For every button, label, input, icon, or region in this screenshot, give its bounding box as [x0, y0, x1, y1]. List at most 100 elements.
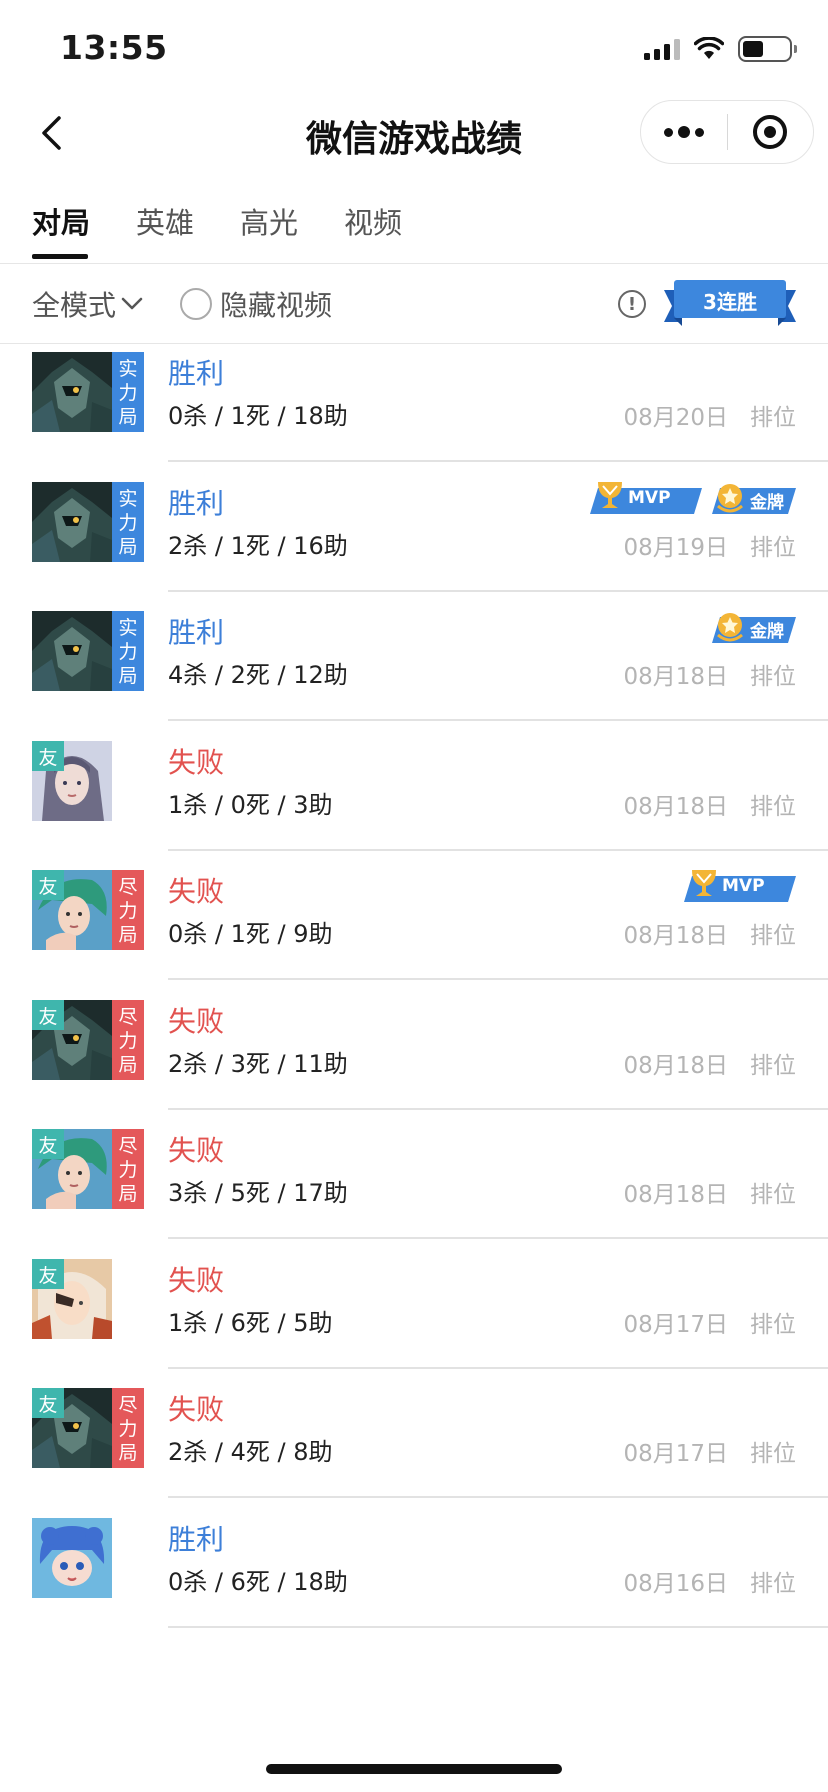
- match-date: 08月17日: [623, 1441, 728, 1467]
- medal-label: MVP: [722, 876, 765, 896]
- match-row[interactable]: 友 尽力局 失败 0杀 / 1死 / 9助 08月18日 排位 MVP: [0, 850, 828, 980]
- hero-avatar: 友: [32, 741, 144, 821]
- hero-avatar: 实力局: [32, 482, 144, 562]
- match-result: 失败: [168, 746, 225, 779]
- more-button[interactable]: [641, 101, 727, 163]
- match-tag: 尽力局: [112, 1000, 144, 1080]
- match-date: 08月19日: [623, 535, 728, 561]
- match-tag-label: 尽力局: [118, 1135, 138, 1205]
- win-streak-badge: 3连胜: [664, 278, 796, 330]
- match-date: 08月17日: [623, 1312, 728, 1338]
- status-time: 13:55: [60, 28, 168, 67]
- match-mode: 排位: [750, 1053, 796, 1079]
- hero-avatar: 实力局: [32, 611, 144, 691]
- match-result: 失败: [168, 875, 225, 908]
- tab-videos[interactable]: 视频: [344, 200, 402, 242]
- match-mode: 排位: [750, 794, 796, 820]
- match-mode: 排位: [750, 1182, 796, 1208]
- match-tag: 实力局: [112, 611, 144, 691]
- hero-avatar: 友 尽力局: [32, 1388, 144, 1468]
- friend-badge: 友: [32, 870, 64, 900]
- battery-icon: [738, 36, 797, 62]
- hide-video-toggle[interactable]: 隐藏视频: [180, 284, 332, 324]
- match-result: 胜利: [168, 616, 225, 649]
- match-row[interactable]: 实力局 胜利 0杀 / 1死 / 18助 08月20日 排位: [0, 344, 828, 462]
- close-miniprogram-button[interactable]: [728, 101, 814, 163]
- info-icon[interactable]: !: [618, 290, 646, 318]
- match-mode: 排位: [750, 664, 796, 690]
- row-divider: [168, 1626, 828, 1628]
- match-row[interactable]: 实力局 胜利 4杀 / 2死 / 12助 08月18日 排位 金牌: [0, 591, 828, 721]
- match-tag: 尽力局: [112, 1388, 144, 1468]
- win-streak-label: 3连胜: [703, 290, 757, 314]
- match-kda: 4杀 / 2死 / 12助: [168, 661, 348, 689]
- status-icons: [644, 36, 797, 62]
- filter-row: 全模式 隐藏视频 ! 3连胜: [0, 264, 828, 344]
- medal-label: 金牌: [750, 622, 784, 642]
- match-result: 胜利: [168, 487, 225, 520]
- match-kda: 3杀 / 5死 / 17助: [168, 1179, 348, 1207]
- match-list: 实力局 胜利 0杀 / 1死 / 18助 08月20日 排位 实力局 胜利 2杀 / 1死 /…: [0, 344, 828, 1792]
- medal-label: MVP: [628, 488, 671, 508]
- friend-badge: 友: [32, 741, 64, 771]
- match-tag-label: 实力局: [118, 488, 138, 558]
- hide-video-radio[interactable]: [180, 288, 212, 320]
- match-row[interactable]: 胜利 0杀 / 6死 / 18助 08月16日 排位: [0, 1498, 828, 1628]
- match-kda: 0杀 / 6死 / 18助: [168, 1568, 348, 1596]
- tab-matches[interactable]: 对局: [32, 200, 90, 242]
- hero-avatar: 友 尽力局: [32, 1129, 144, 1209]
- match-tag-label: 尽力局: [118, 1394, 138, 1464]
- match-tag: 实力局: [112, 352, 144, 432]
- match-tag: 尽力局: [112, 1129, 144, 1209]
- hero-portrait: [32, 482, 112, 562]
- match-mode: 排位: [750, 1312, 796, 1338]
- match-mode: 排位: [750, 535, 796, 561]
- match-row[interactable]: 友 失败 1杀 / 0死 / 3助 08月18日 排位: [0, 721, 828, 851]
- mode-select-label: 全模式: [32, 289, 117, 322]
- chevron-down-icon: [121, 297, 143, 310]
- match-mode: 排位: [750, 1571, 796, 1597]
- mode-select[interactable]: 全模式: [32, 284, 144, 324]
- medal-group: MVP: [684, 870, 796, 904]
- match-row[interactable]: 友 尽力局 失败 2杀 / 4死 / 8助 08月17日 排位: [0, 1368, 828, 1498]
- hero-avatar: 友 尽力局: [32, 1000, 144, 1080]
- wifi-icon: [694, 37, 724, 59]
- gold-medal-icon: 金牌: [712, 482, 796, 516]
- match-date: 08月20日: [623, 405, 728, 431]
- match-row[interactable]: 友 失败 1杀 / 6死 / 5助 08月17日 排位: [0, 1239, 828, 1369]
- match-date: 08月18日: [623, 664, 728, 690]
- match-date: 08月18日: [623, 923, 728, 949]
- match-row[interactable]: 实力局 胜利 2杀 / 1死 / 16助 08月19日 排位 MVP 金牌: [0, 462, 828, 592]
- match-tag-label: 尽力局: [118, 876, 138, 946]
- tab-highlights[interactable]: 高光: [240, 200, 298, 242]
- match-mode: 排位: [750, 923, 796, 949]
- match-result: 失败: [168, 1264, 225, 1297]
- mvp-medal-icon: MVP: [684, 870, 796, 904]
- hero-avatar: 友: [32, 1259, 144, 1339]
- hero-portrait: [32, 611, 112, 691]
- match-kda: 2杀 / 4死 / 8助: [168, 1438, 333, 1466]
- friend-badge: 友: [32, 1259, 64, 1289]
- match-kda: 0杀 / 1死 / 9助: [168, 920, 333, 948]
- match-result: 失败: [168, 1134, 225, 1167]
- nav-bar: 微信游戏战绩: [0, 96, 828, 168]
- friend-badge: 友: [32, 1000, 64, 1030]
- match-kda: 2杀 / 1死 / 16助: [168, 532, 348, 560]
- match-row[interactable]: 友 尽力局 失败 3杀 / 5死 / 17助 08月18日 排位: [0, 1109, 828, 1239]
- signal-icon: [644, 38, 680, 60]
- match-mode: 排位: [750, 1441, 796, 1467]
- match-tag: 实力局: [112, 482, 144, 562]
- medal-label: 金牌: [750, 493, 784, 513]
- medal-group: 金牌: [712, 611, 796, 645]
- mvp-medal-icon: MVP: [590, 482, 702, 516]
- match-tag-label: 实力局: [118, 617, 138, 687]
- match-row[interactable]: 友 尽力局 失败 2杀 / 3死 / 11助 08月18日 排位: [0, 980, 828, 1110]
- match-date: 08月18日: [623, 794, 728, 820]
- match-kda: 1杀 / 6死 / 5助: [168, 1309, 333, 1337]
- match-result: 胜利: [168, 1523, 225, 1556]
- match-result: 失败: [168, 1005, 225, 1038]
- hero-portrait: [32, 1518, 112, 1598]
- hide-video-label: 隐藏视频: [220, 289, 333, 322]
- hero-avatar: [32, 1518, 144, 1598]
- tab-heroes[interactable]: 英雄: [136, 200, 194, 242]
